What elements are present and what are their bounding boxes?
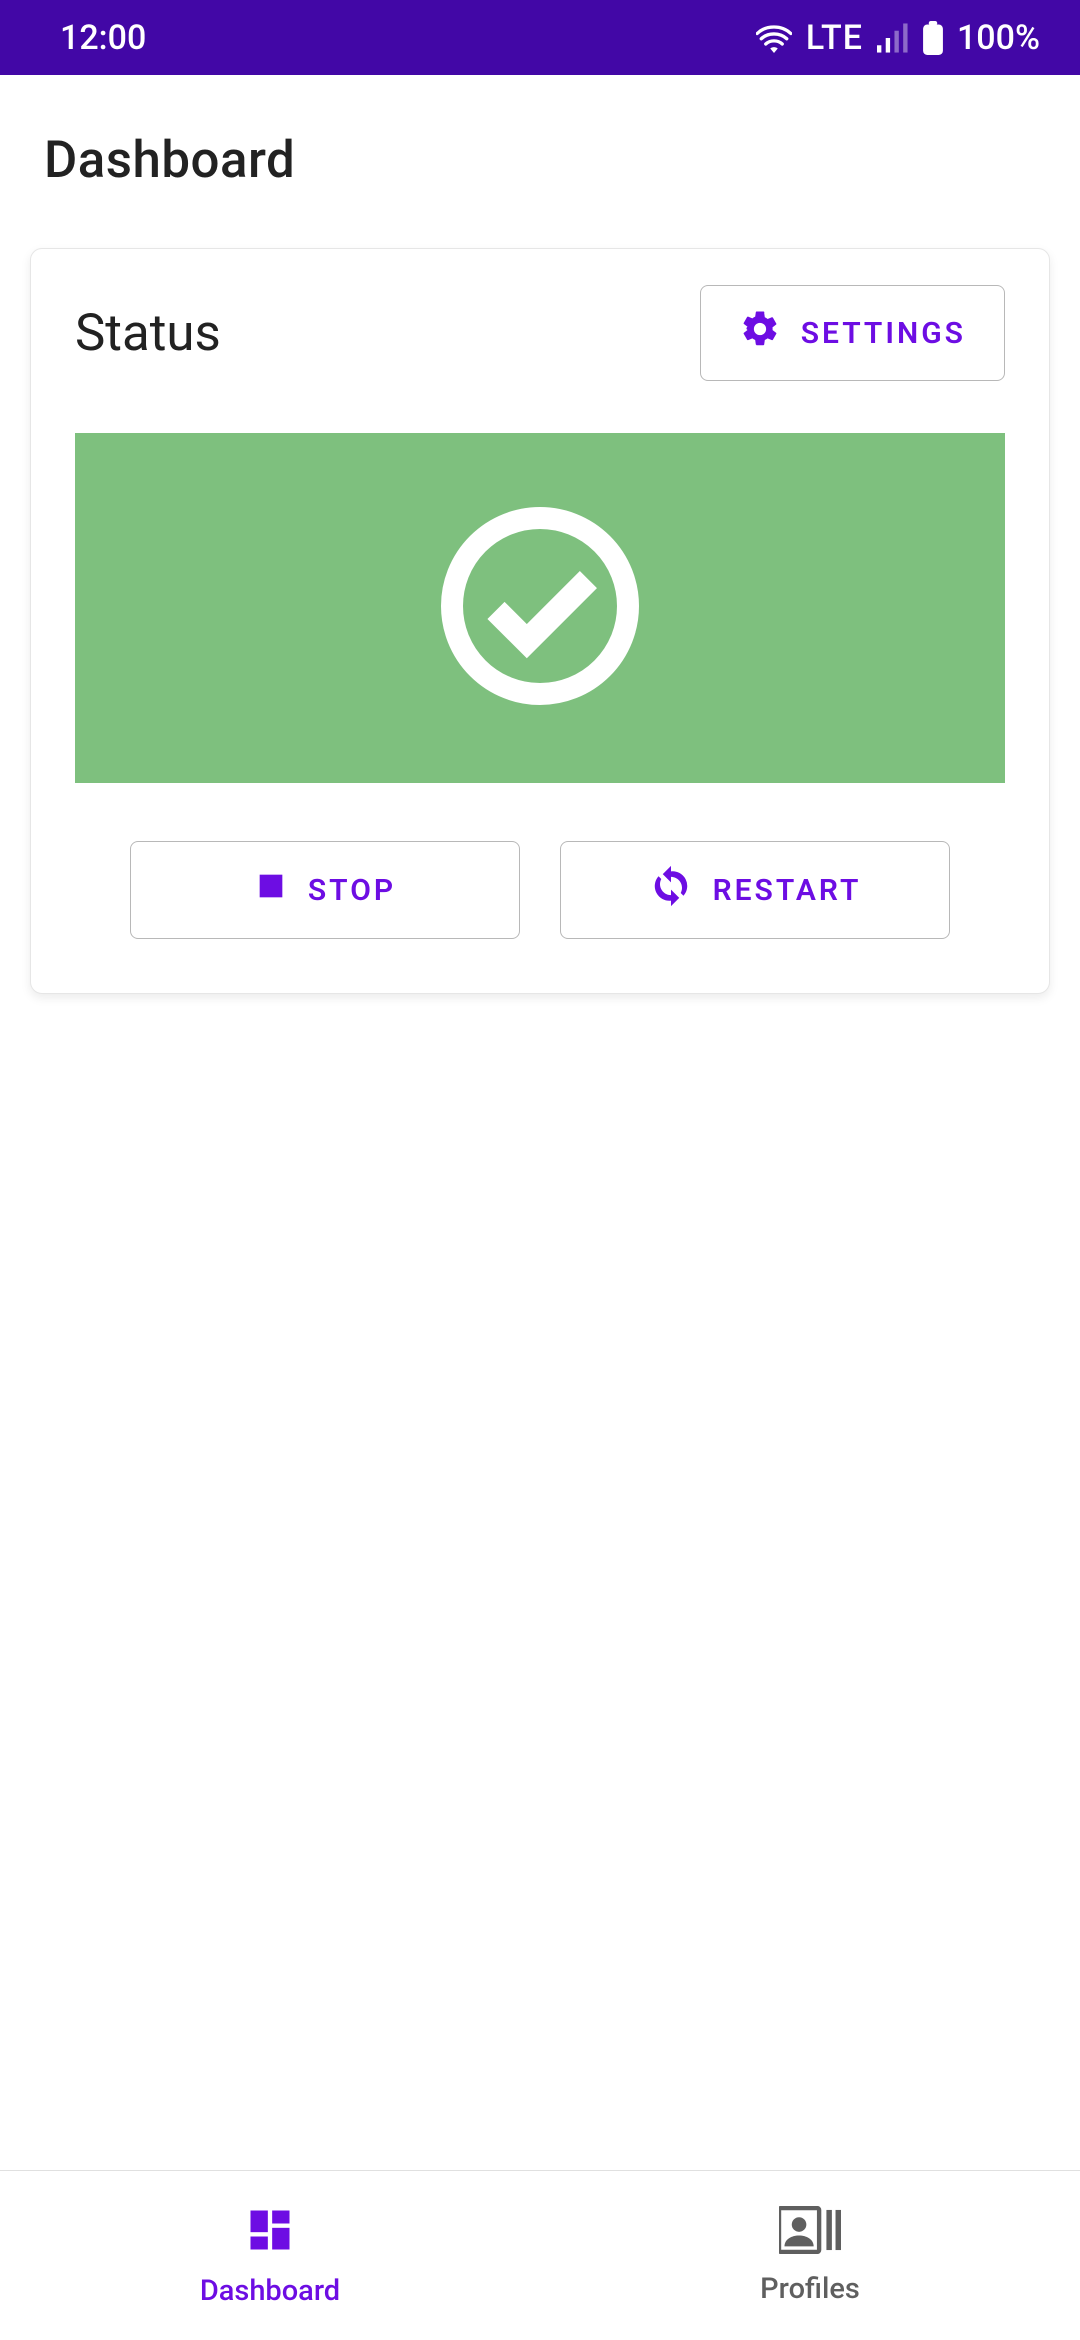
main-content: Dashboard Status SETTINGS <box>0 75 1080 1022</box>
wifi-icon <box>756 23 792 53</box>
nav-label-dashboard: Dashboard <box>200 2274 340 2308</box>
dashboard-icon <box>244 2204 296 2260</box>
status-banner <box>75 433 1005 783</box>
page-title: Dashboard <box>44 131 1036 190</box>
statusbar-indicators: LTE 100% <box>756 18 1040 58</box>
gear-icon <box>739 308 781 358</box>
signal-icon <box>877 23 909 53</box>
settings-button[interactable]: SETTINGS <box>700 285 1005 381</box>
restart-button[interactable]: RESTART <box>560 841 950 939</box>
stop-button[interactable]: STOP <box>130 841 520 939</box>
nav-label-profiles: Profiles <box>760 2272 860 2306</box>
network-type-label: LTE <box>806 18 863 58</box>
card-header: Status SETTINGS <box>75 285 1005 381</box>
stop-button-label: STOP <box>308 873 396 908</box>
battery-percentage: 100% <box>957 18 1040 58</box>
android-status-bar: 12:00 LTE 100% <box>0 0 1080 75</box>
status-card: Status SETTINGS <box>30 248 1050 994</box>
settings-button-label: SETTINGS <box>801 316 966 351</box>
action-button-row: STOP RESTART <box>75 841 1005 939</box>
profiles-icon <box>779 2206 841 2258</box>
nav-item-dashboard[interactable]: Dashboard <box>0 2171 540 2340</box>
stop-icon <box>254 869 288 911</box>
restart-button-label: RESTART <box>713 873 862 908</box>
battery-icon <box>923 21 943 55</box>
card-title: Status <box>75 304 221 363</box>
bottom-navigation: Dashboard Profiles <box>0 2170 1080 2340</box>
restart-icon <box>649 864 693 916</box>
check-circle-icon <box>430 496 650 720</box>
nav-item-profiles[interactable]: Profiles <box>540 2171 1080 2340</box>
statusbar-time: 12:00 <box>60 18 146 58</box>
